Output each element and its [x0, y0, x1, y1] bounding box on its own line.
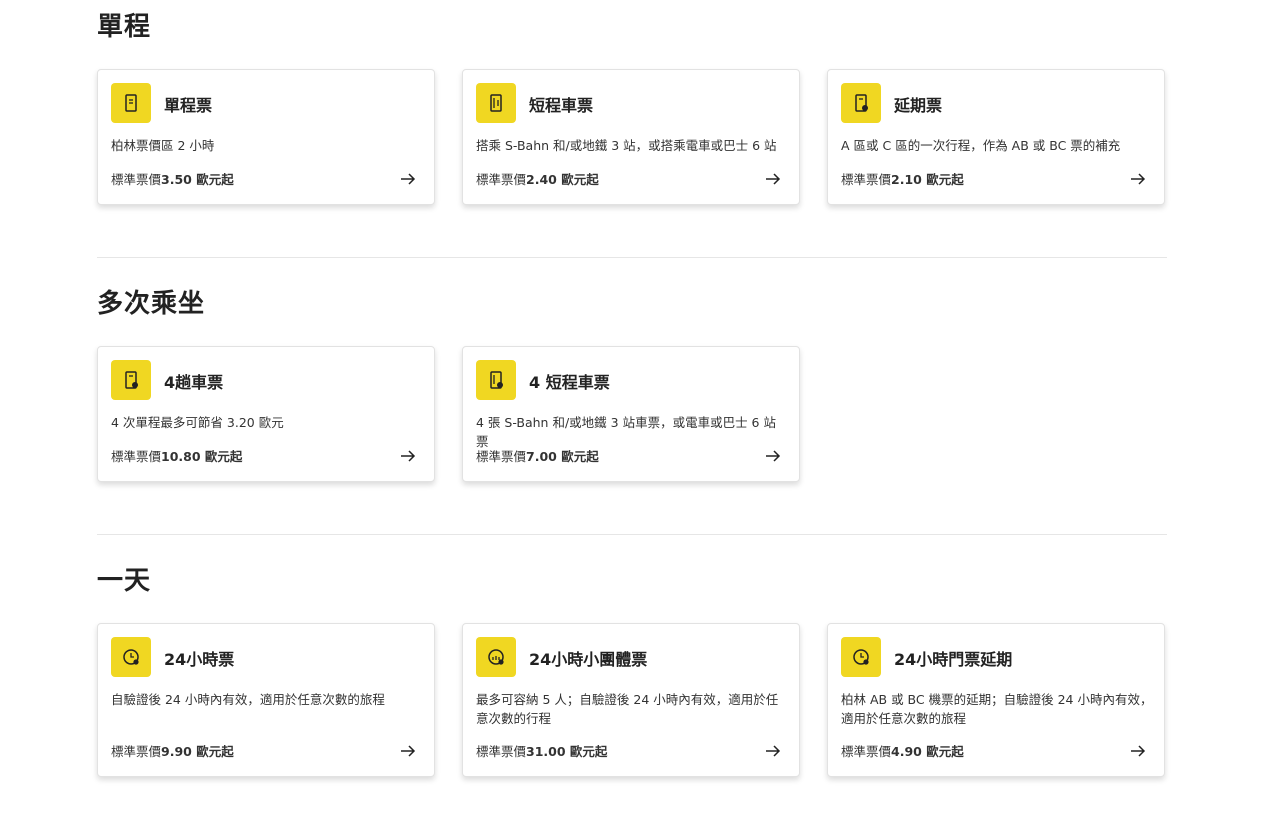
card-description: 自驗證後 24 小時內有效，適用於任意次數的旅程 [111, 692, 385, 707]
short-ticket-icon [476, 83, 516, 123]
section-divider [97, 257, 1167, 258]
ticket-overview: 單程 單程票 柏林票價區 2 小時 標準票價3.50 歐元起 短程車票 搭乘 S… [0, 0, 1280, 818]
card-description: 柏林 AB 或 BC 機票的延期；自驗證後 24 小時內有效，適用於任意次數的旅… [841, 692, 1153, 726]
card-title: 4趟車票 [164, 373, 224, 392]
multi-short-ticket-icon [476, 360, 516, 400]
clock-24h-icon [111, 637, 151, 677]
ticket-card-4-trip[interactable]: 4趟車票 4 次單程最多可節省 3.20 歐元 標準票價10.80 歐元起 [97, 346, 435, 482]
card-title: 4 短程車票 [529, 373, 610, 392]
ticket-card-extension[interactable]: 延期票 A 區或 C 區的一次行程，作為 AB 或 BC 票的補充 標準票價2.… [827, 69, 1165, 205]
arrow-right-icon[interactable] [1130, 743, 1146, 759]
ticket-card-24h[interactable]: 24小時票 自驗證後 24 小時內有效，適用於任意次數的旅程 標準票價9.90 … [97, 623, 435, 777]
arrow-right-icon[interactable] [1130, 171, 1146, 187]
arrow-right-icon[interactable] [400, 171, 416, 187]
card-price: 標準票價2.10 歐元起 [841, 172, 964, 187]
section-title-multi: 多次乘坐 [97, 289, 206, 319]
ticket-card-single[interactable]: 單程票 柏林票價區 2 小時 標準票價3.50 歐元起 [97, 69, 435, 205]
card-title: 24小時小團體票 [529, 650, 648, 669]
card-description: 4 次單程最多可節省 3.20 歐元 [111, 415, 284, 430]
arrow-right-icon[interactable] [765, 171, 781, 187]
card-title: 單程票 [164, 96, 213, 115]
card-price: 標準票價3.50 歐元起 [111, 172, 234, 187]
section-divider [97, 534, 1167, 535]
arrow-right-icon[interactable] [765, 448, 781, 464]
section-title-day: 一天 [97, 566, 152, 596]
arrow-right-icon[interactable] [765, 743, 781, 759]
arrow-right-icon[interactable] [400, 743, 416, 759]
ticket-card-24h-extension[interactable]: 24小時門票延期 柏林 AB 或 BC 機票的延期；自驗證後 24 小時內有效，… [827, 623, 1165, 777]
card-description: 柏林票價區 2 小時 [111, 138, 215, 153]
card-description: 最多可容納 5 人；自驗證後 24 小時內有效，適用於任意次數的行程 [476, 692, 779, 726]
card-title: 延期票 [894, 96, 943, 115]
section-title-single: 單程 [97, 12, 152, 42]
card-description: A 區或 C 區的一次行程，作為 AB 或 BC 票的補充 [841, 138, 1121, 153]
card-title: 短程車票 [529, 96, 594, 115]
card-price: 標準票價4.90 歐元起 [841, 744, 964, 759]
ticket-card-4-short[interactable]: 4 短程車票 4 張 S-Bahn 和/或地鐵 3 站車票，或電車或巴士 6 站… [462, 346, 800, 482]
multi-ticket-icon [111, 360, 151, 400]
card-description: 搭乘 S-Bahn 和/或地鐵 3 站，或搭乘電車或巴士 6 站 [476, 138, 777, 153]
card-price: 標準票價7.00 歐元起 [476, 449, 599, 464]
ticket-card-short[interactable]: 短程車票 搭乘 S-Bahn 和/或地鐵 3 站，或搭乘電車或巴士 6 站 標準… [462, 69, 800, 205]
card-price: 標準票價2.40 歐元起 [476, 172, 599, 187]
card-title: 24小時門票延期 [894, 650, 1013, 669]
ticket-icon [111, 83, 151, 123]
arrow-right-icon[interactable] [400, 448, 416, 464]
extension-ticket-icon [841, 83, 881, 123]
ticket-card-24h-group[interactable]: 24小時小團體票 最多可容納 5 人；自驗證後 24 小時內有效，適用於任意次數… [462, 623, 800, 777]
card-price: 標準票價31.00 歐元起 [476, 744, 608, 759]
group-clock-icon [476, 637, 516, 677]
clock-extension-icon [841, 637, 881, 677]
card-title: 24小時票 [164, 650, 235, 669]
card-price: 標準票價10.80 歐元起 [111, 449, 243, 464]
card-price: 標準票價9.90 歐元起 [111, 744, 234, 759]
